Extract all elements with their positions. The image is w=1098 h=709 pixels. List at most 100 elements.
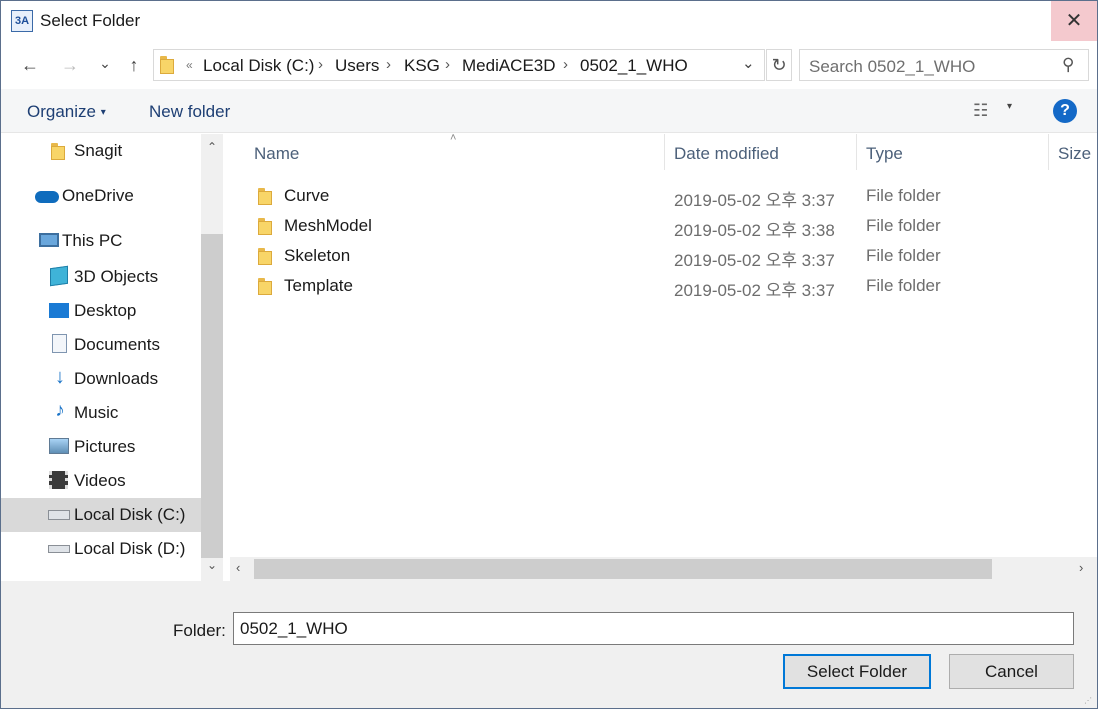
folder-icon — [51, 143, 65, 160]
sidebar-item-videos[interactable]: Videos — [1, 464, 201, 498]
table-row[interactable]: Curve 2019-05-02 오후 3:37 File folder — [232, 181, 1098, 211]
back-button[interactable]: ← — [17, 50, 43, 80]
sidebar-item-documents[interactable]: Documents — [1, 328, 201, 362]
address-dropdown-icon[interactable]: ⌄ — [742, 54, 755, 72]
column-type[interactable]: Type — [866, 144, 903, 164]
refresh-button[interactable]: ↻ — [766, 49, 792, 81]
recent-locations-button[interactable]: ⌄ — [92, 48, 118, 78]
up-arrow-icon: ↑ — [129, 55, 139, 75]
forward-arrow-icon: → — [61, 55, 79, 75]
breadcrumb-separator-icon[interactable]: › — [386, 56, 391, 73]
command-bar: Organize ▾ New folder ☷ ▾ ? — [1, 89, 1097, 133]
address-overflow-icon[interactable]: « — [186, 58, 193, 72]
sidebar-item-desktop[interactable]: Desktop — [1, 294, 201, 328]
breadcrumb-separator-icon[interactable]: › — [318, 56, 323, 73]
scrollbar-thumb[interactable] — [201, 234, 223, 558]
new-folder-button[interactable]: New folder — [149, 102, 230, 122]
folder-icon — [258, 248, 272, 265]
music-icon: ♪ — [55, 400, 65, 421]
sidebar-item-label: Snagit — [74, 141, 123, 160]
download-icon: ↓ — [55, 366, 65, 388]
sidebar-item-3d-objects[interactable]: 3D Objects — [1, 260, 201, 294]
file-type: File folder — [866, 276, 941, 295]
file-name: Skeleton — [284, 246, 351, 265]
up-button[interactable]: ↑ — [121, 50, 147, 80]
sidebar-item-label: This PC — [62, 231, 123, 250]
chevron-down-icon: ⌄ — [99, 55, 111, 71]
scroll-right-icon[interactable]: › — [1079, 560, 1083, 575]
scroll-up-icon[interactable]: ⌃ — [201, 140, 223, 160]
navigation-pane: Snagit OneDrive This PC 3D Objects Deskt… — [1, 134, 201, 581]
close-button[interactable]: ✕ — [1051, 1, 1097, 41]
folder-icon — [258, 218, 272, 235]
sidebar-item-music[interactable]: ♪ Music — [1, 396, 201, 430]
sidebar-item-label: Pictures — [74, 437, 136, 456]
search-icon[interactable]: ⚲ — [1062, 55, 1074, 75]
sidebar-item-local-disk-d[interactable]: Local Disk (D:) — [1, 532, 201, 566]
close-icon: ✕ — [1065, 10, 1083, 32]
sidebar-item-onedrive[interactable]: OneDrive — [1, 179, 201, 213]
sidebar-item-local-disk-c[interactable]: Local Disk (C:) — [1, 498, 201, 532]
scrollbar-thumb[interactable] — [254, 559, 992, 579]
table-row[interactable]: Template 2019-05-02 오후 3:37 File folder — [232, 271, 1098, 301]
sidebar-item-downloads[interactable]: ↓ Downloads — [1, 362, 201, 396]
column-header-row: ˄ Name Date modified Type Size — [232, 132, 1098, 174]
column-date-modified[interactable]: Date modified — [674, 144, 779, 164]
file-type: File folder — [866, 246, 941, 265]
sidebar-item-snagit[interactable]: Snagit — [1, 134, 201, 168]
file-type: File folder — [866, 186, 941, 205]
forward-button[interactable]: → — [57, 50, 83, 80]
folder-icon — [160, 56, 174, 74]
navigation-scrollbar[interactable]: ⌃ ⌄ — [201, 134, 223, 581]
breadcrumb-current-folder[interactable]: 0502_1_WHO — [580, 56, 688, 76]
sidebar-item-label: Desktop — [74, 301, 137, 320]
sidebar-item-label: Local Disk (D:) — [74, 539, 186, 558]
breadcrumb-separator-icon[interactable]: › — [445, 56, 450, 73]
sidebar-item-this-pc[interactable]: This PC — [1, 224, 201, 258]
sidebar-item-label: Videos — [74, 471, 126, 490]
refresh-icon: ↻ — [771, 55, 787, 75]
column-size[interactable]: Size — [1058, 144, 1091, 164]
onedrive-icon — [35, 191, 59, 203]
sidebar-item-pictures[interactable]: Pictures — [1, 430, 201, 464]
view-dropdown-icon[interactable]: ▾ — [1007, 101, 1012, 112]
videos-icon — [49, 471, 68, 489]
search-input[interactable]: Search 0502_1_WHO — [809, 57, 975, 77]
cube-icon — [50, 265, 68, 287]
column-name[interactable]: Name — [254, 144, 299, 164]
organize-button[interactable]: Organize ▾ — [27, 102, 106, 122]
sidebar-item-label: Local Disk (C:) — [74, 505, 186, 524]
table-row[interactable]: MeshModel 2019-05-02 오후 3:38 File folder — [232, 211, 1098, 241]
help-icon[interactable]: ? — [1053, 99, 1077, 123]
scroll-down-icon[interactable]: ⌄ — [201, 558, 223, 578]
horizontal-scrollbar[interactable]: ‹ › — [230, 557, 1097, 581]
documents-icon — [52, 334, 67, 353]
breadcrumb-users[interactable]: Users — [335, 56, 379, 76]
address-bar[interactable]: « Local Disk (C:) › Users › KSG › MediAC… — [153, 49, 765, 81]
windows-drive-icon — [48, 510, 70, 520]
search-box[interactable]: Search 0502_1_WHO ⚲ — [799, 49, 1089, 81]
column-divider[interactable] — [664, 134, 665, 170]
column-divider[interactable] — [856, 134, 857, 170]
breadcrumb-mediace3d[interactable]: MediACE3D — [462, 56, 556, 76]
view-options-icon[interactable]: ☷ — [973, 101, 988, 121]
window-title: Select Folder — [40, 11, 141, 30]
sidebar-item-label: Downloads — [74, 369, 159, 388]
scroll-left-icon[interactable]: ‹ — [236, 560, 240, 575]
column-divider[interactable] — [1048, 134, 1049, 170]
breadcrumb-local-disk[interactable]: Local Disk (C:) — [203, 56, 314, 76]
folder-field[interactable] — [233, 612, 1074, 645]
breadcrumb-separator-icon[interactable]: › — [563, 56, 568, 73]
file-date: 2019-05-02 오후 3:37 — [674, 251, 835, 270]
caret-down-icon: ▾ — [100, 107, 106, 118]
file-name: Template — [284, 276, 353, 295]
select-folder-button[interactable]: Select Folder — [783, 654, 931, 689]
sort-ascending-icon: ˄ — [450, 132, 457, 144]
computer-icon — [39, 233, 59, 247]
cancel-button[interactable]: Cancel — [949, 654, 1074, 689]
breadcrumb-ksg[interactable]: KSG — [404, 56, 440, 76]
folder-label: Folder: — [173, 621, 226, 640]
app-icon: 3A — [11, 10, 33, 32]
resize-grip-icon[interactable]: ⋰ — [1084, 696, 1092, 705]
table-row[interactable]: Skeleton 2019-05-02 오후 3:37 File folder — [232, 241, 1098, 271]
